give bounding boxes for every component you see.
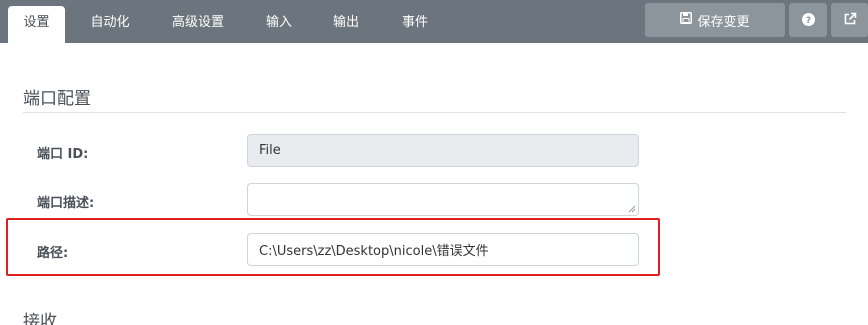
top-navigation-bar: 设置 自动化 高级设置 输入 输出 事件 保存变更 ? <box>0 0 868 43</box>
port-description-textarea[interactable] <box>247 183 639 216</box>
tab-input[interactable]: 输入 <box>255 0 303 43</box>
port-config-section-title: 端口配置 <box>23 89 91 109</box>
path-input[interactable]: C:\Users\zz\Desktop\nicole\错误文件 <box>247 233 639 266</box>
external-link-icon <box>843 11 857 30</box>
question-circle-icon: ? <box>801 11 815 30</box>
svg-text:?: ? <box>805 16 810 26</box>
port-id-value: File <box>259 143 281 158</box>
port-id-label: 端口 ID: <box>37 147 89 162</box>
tab-automation[interactable]: 自动化 <box>79 0 141 43</box>
tab-output[interactable]: 输出 <box>322 0 370 43</box>
tab-advanced-settings[interactable]: 高级设置 <box>159 0 237 43</box>
tab-settings[interactable]: 设置 <box>8 6 65 43</box>
path-value: C:\Users\zz\Desktop\nicole\错误文件 <box>259 244 489 259</box>
receive-section-title: 接收 <box>23 312 57 325</box>
help-button[interactable]: ? <box>789 3 827 37</box>
path-label: 路径: <box>37 246 69 261</box>
save-icon <box>680 12 693 28</box>
open-external-button[interactable] <box>831 3 868 37</box>
save-changes-button[interactable]: 保存变更 <box>645 3 785 37</box>
tab-events[interactable]: 事件 <box>390 0 440 43</box>
resize-grip-icon[interactable] <box>628 205 636 213</box>
port-description-label: 端口描述: <box>37 196 95 211</box>
section-divider <box>23 112 846 113</box>
port-id-field: File <box>247 134 639 167</box>
save-changes-label: 保存变更 <box>697 14 750 30</box>
